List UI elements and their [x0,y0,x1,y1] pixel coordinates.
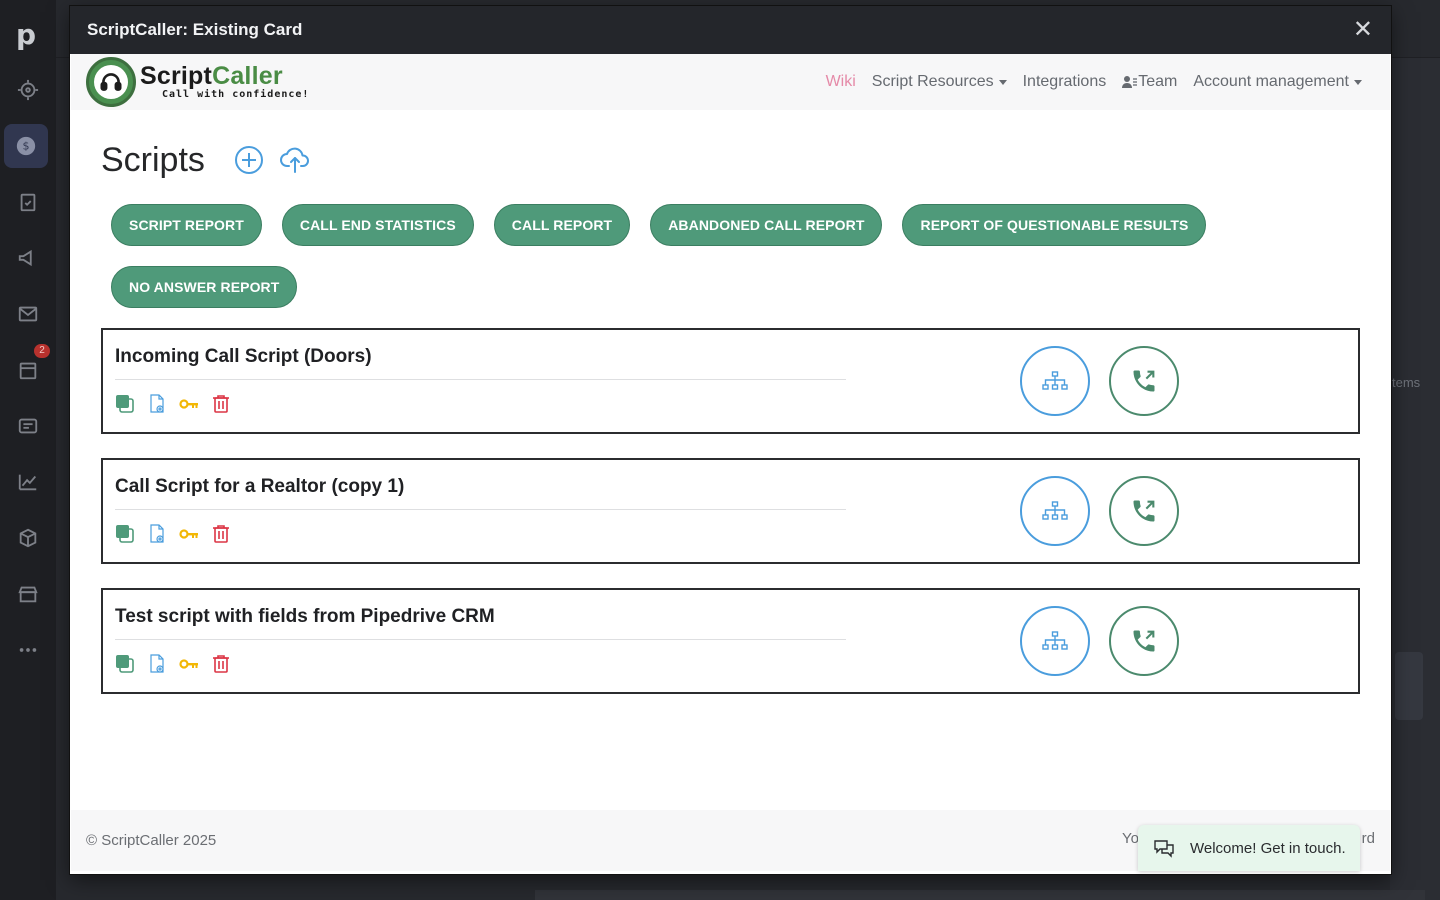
store-icon [0,572,56,616]
caret-down-icon [1354,79,1362,85]
nav-links: Wiki Script Resources Integrations Team … [826,73,1375,91]
questionable-results-report-button[interactable]: REPORT OF QUESTIONABLE RESULTS [902,204,1207,246]
script-list: Incoming Call Script (Doors) Call Script… [101,328,1360,694]
background-right-panel [1390,58,1440,900]
chat-text: Welcome! Get in touch. [1190,839,1346,857]
no-answer-report-button[interactable]: NO ANSWER REPORT [111,266,298,308]
contact-card-icon [0,404,56,448]
flowchart-button[interactable] [1020,606,1090,676]
start-call-button[interactable] [1109,346,1179,416]
start-call-button[interactable] [1109,476,1179,546]
phone-outgoing-icon [1133,630,1155,652]
brand-tagline: Call with confidence! [162,89,310,100]
trash-icon[interactable] [211,654,231,674]
nav-account-management[interactable]: Account management [1193,73,1362,91]
target-icon [0,68,56,112]
background-logo: p [16,18,37,51]
copy-icon[interactable] [115,654,135,674]
mail-icon [0,292,56,336]
file-settings-icon[interactable] [147,654,167,674]
nav-script-resources[interactable]: Script Resources [872,73,1007,91]
nav-account-label: Account management [1193,73,1349,90]
flowchart-button[interactable] [1020,476,1090,546]
script-actions [115,524,231,544]
call-report-button[interactable]: CALL REPORT [493,204,631,246]
file-settings-icon[interactable] [147,394,167,414]
deals-icon: $ [4,124,48,168]
script-card: Incoming Call Script (Doors) [101,328,1360,434]
clipboard-icon [0,180,56,224]
brand[interactable]: ScriptCaller Call with confidence! [86,57,309,107]
flowchart-button[interactable] [1020,346,1090,416]
headset-logo-icon [86,57,136,107]
abandoned-call-report-button[interactable]: ABANDONED CALL REPORT [650,204,883,246]
page-head: Scripts [101,138,1360,182]
trash-icon[interactable] [211,394,231,414]
modal-title: ScriptCaller: Existing Card [87,20,303,39]
background-sidebar: p $ 2 [0,0,56,900]
trash-icon[interactable] [211,524,231,544]
script-title[interactable]: Call Script for a Realtor (copy 1) [115,476,404,498]
megaphone-icon [0,236,56,280]
chart-icon [0,460,56,504]
key-icon[interactable] [179,524,199,544]
key-icon[interactable] [179,394,199,414]
sitemap-icon [1042,371,1068,390]
script-report-button[interactable]: SCRIPT REPORT [111,204,262,246]
key-icon[interactable] [179,654,199,674]
script-card: Test script with fields from Pipedrive C… [101,588,1360,694]
phone-outgoing-icon [1133,500,1155,522]
box-icon [0,516,56,560]
nav-script-resources-label: Script Resources [871,73,994,90]
background-right-block [1395,652,1423,720]
nav-wiki[interactable]: Wiki [826,73,856,91]
close-icon[interactable]: ✕ [1353,18,1373,42]
script-actions [115,394,231,414]
footer-link-fragment[interactable]: rd [1362,830,1375,847]
background-right-text: tems [1392,375,1421,390]
call-end-statistics-button[interactable]: CALL END STATISTICS [281,204,474,246]
plus-circle-icon[interactable] [233,144,265,176]
script-title[interactable]: Test script with fields from Pipedrive C… [115,606,495,628]
main-content: Scripts SCRIPT REPORT CALL END STATISTIC… [71,110,1390,694]
file-settings-icon[interactable] [147,524,167,544]
footer-text-fragment: Yo [1122,830,1139,847]
sitemap-icon [1042,631,1068,650]
nav-team-label: Team [1138,73,1178,90]
caret-down-icon [998,79,1007,85]
nav-integrations[interactable]: Integrations [1023,73,1107,91]
scriptcaller-app: ScriptCaller Call with confidence! Wiki … [71,54,1390,871]
phone-outgoing-icon [1133,370,1155,392]
sitemap-icon [1042,501,1068,520]
more-icon [0,628,56,672]
brand-name-script: Script [140,62,213,90]
copy-icon[interactable] [115,524,135,544]
report-buttons: SCRIPT REPORT CALL END STATISTICS CALL R… [101,204,1231,328]
brand-name-caller: Caller [212,62,283,90]
brand-name: ScriptCaller [140,64,309,89]
cloud-upload-icon[interactable] [279,144,311,176]
existing-card-modal: ScriptCaller: Existing Card ✕ ScriptCall… [70,6,1391,874]
divider [115,509,846,510]
divider [115,379,846,380]
chat-icon [1154,840,1174,858]
script-actions [115,654,231,674]
nav-team[interactable]: Team [1122,73,1177,91]
script-title[interactable]: Incoming Call Script (Doors) [115,346,372,368]
footer-copyright: © ScriptCaller 2025 [86,832,217,849]
team-icon [1122,76,1138,88]
modal-header: ScriptCaller: Existing Card ✕ [70,6,1391,54]
start-call-button[interactable] [1109,606,1179,676]
svg-text:$: $ [23,140,30,153]
chat-widget[interactable]: Welcome! Get in touch. [1138,825,1360,871]
background-badge: 2 [34,344,50,358]
script-card: Call Script for a Realtor (copy 1) [101,458,1360,564]
background-bottom-bar [535,890,1425,900]
copy-icon[interactable] [115,394,135,414]
divider [115,639,846,640]
page-title: Scripts [101,140,205,179]
navbar: ScriptCaller Call with confidence! Wiki … [71,54,1390,110]
